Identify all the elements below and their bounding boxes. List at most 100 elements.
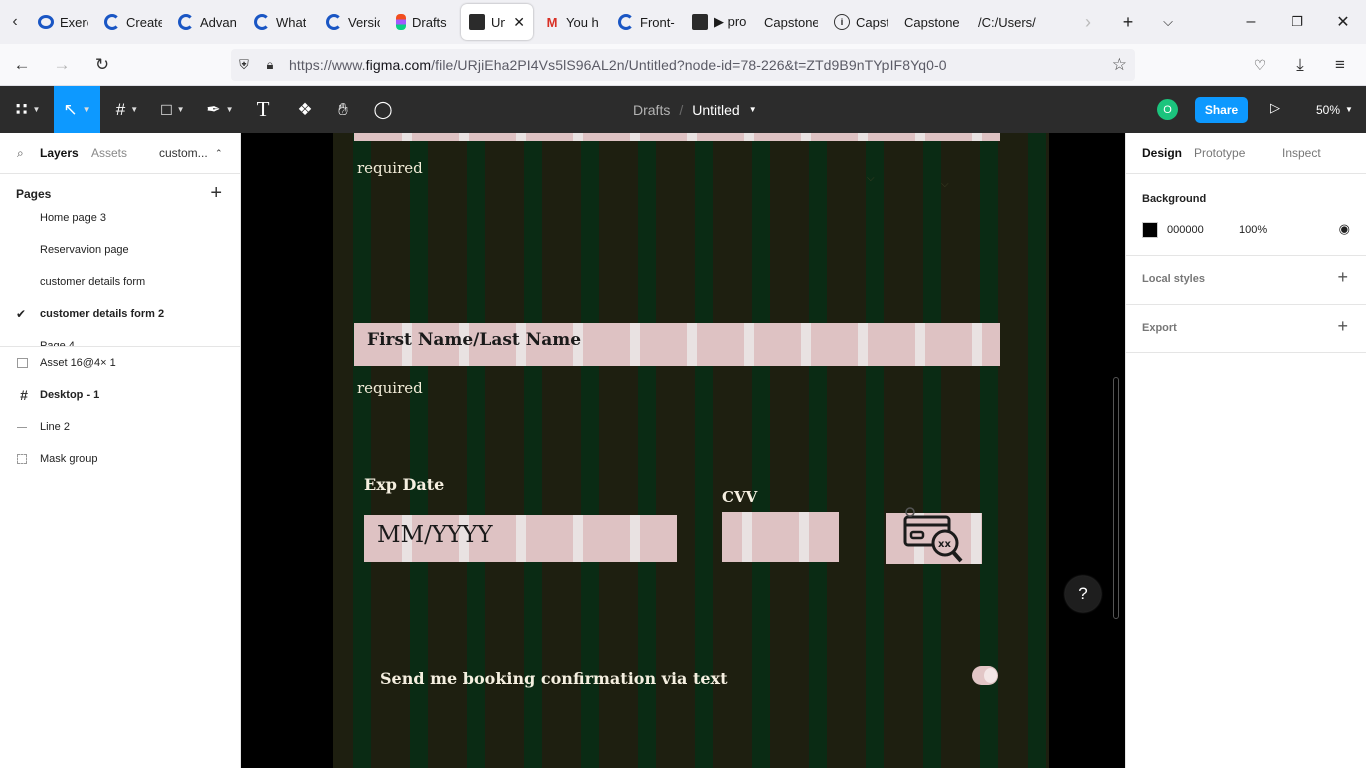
browser-tab[interactable]: Capstone (896, 4, 970, 40)
lock-icon[interactable]: 🔒︎ (257, 57, 283, 73)
chevron-down-icon[interactable]: ▼ (749, 105, 757, 114)
browser-tab-label: You h (566, 14, 599, 30)
layer-item[interactable]: Line 2 (0, 411, 240, 443)
tab-scroll-right-icon[interactable]: › (1068, 12, 1108, 33)
tab-favicon-icon (104, 14, 120, 30)
pocket-icon[interactable]: ♡ (1242, 49, 1278, 81)
figma-logo-icon: ∷ (15, 99, 28, 119)
layout-grid-column (752, 133, 770, 768)
left-sidebar-tabs: ⌕ Layers Assets custom... ⌃ (0, 133, 240, 173)
current-page-selector[interactable]: custom... (159, 146, 208, 160)
hand-tool-button[interactable]: ✋︎ (330, 86, 356, 133)
comment-tool-button[interactable]: ◯ (370, 86, 396, 133)
file-name[interactable]: Untitled (692, 102, 739, 118)
browser-tab[interactable]: Create (96, 4, 170, 40)
layer-item[interactable]: # Desktop - 1 (0, 379, 240, 411)
canvas[interactable]: required ⌵ ⌵ First Name/Last Name requir… (241, 133, 1125, 768)
reload-button[interactable]: ↻ (84, 49, 120, 81)
tab-layers[interactable]: Layers (40, 146, 79, 160)
menu-icon[interactable]: ≡ (1322, 49, 1358, 81)
page-item-label: Home page 3 (40, 213, 107, 224)
url-text[interactable]: https://www.figma.com/file/URjiEha2PI4Vs… (289, 57, 947, 73)
cvv-field[interactable] (722, 512, 839, 562)
restore-window-button[interactable]: ❐ (1274, 14, 1320, 30)
browser-tab[interactable]: i Capst (826, 4, 896, 40)
back-button[interactable]: ← (4, 49, 40, 81)
browser-tab[interactable]: /C:/Users/ (970, 4, 1054, 40)
page-item[interactable]: Page 4 (0, 330, 240, 346)
page-item-label: customer details form (40, 276, 146, 288)
move-tool-button[interactable]: ↖ ▼ (54, 86, 100, 133)
image-icon (17, 358, 28, 368)
chevron-up-icon[interactable]: ⌃ (215, 148, 223, 159)
bookmark-star-icon[interactable]: ☆ (1112, 55, 1127, 75)
shape-tool-button[interactable]: □ ▼ (154, 86, 192, 133)
shield-icon[interactable]: ⛨ (231, 57, 257, 73)
address-bar[interactable]: ⛨ 🔒︎ https://www.figma.com/file/URjiEha2… (231, 49, 1135, 81)
downloads-icon[interactable]: ⤓ (1282, 49, 1318, 81)
browser-tab[interactable]: Versio (318, 4, 388, 40)
tab-assets[interactable]: Assets (91, 146, 127, 160)
layer-item[interactable]: Asset 16@4× 1 (0, 347, 240, 379)
help-button[interactable]: ? (1065, 576, 1101, 612)
browser-tab-label: Exerci (60, 14, 88, 30)
tab-favicon-icon (396, 14, 406, 30)
browser-tab[interactable]: Drafts (388, 4, 458, 40)
browser-tab[interactable]: M You h (536, 4, 610, 40)
forward-button[interactable]: → (44, 49, 80, 81)
new-tab-button[interactable]: + (1108, 12, 1148, 33)
figma-main-menu-button[interactable]: ∷ ▼ (10, 86, 46, 133)
close-window-button[interactable]: ✕ (1320, 12, 1366, 32)
add-export-icon[interactable]: + (1337, 316, 1348, 337)
browser-tab[interactable]: ▶ pro (684, 4, 756, 40)
background-hex-input[interactable]: 000000 (1167, 224, 1204, 236)
svg-text:xx: xx (938, 539, 951, 550)
search-icon[interactable]: ⌕ (17, 146, 24, 161)
tab-scroll-left-icon[interactable]: ‹ (0, 0, 30, 44)
figma-toolbar: ∷ ▼ ↖ ▼ # ▼ □ ▼ ✒ ▼ T ❖ ✋︎ ◯ Drafts / Untitle… (0, 86, 1366, 133)
eye-icon[interactable]: ◉ (1339, 221, 1350, 237)
browser-tab[interactable]: Front- (610, 4, 684, 40)
text-icon: T (256, 97, 270, 121)
tab-prototype[interactable]: Prototype (1194, 146, 1245, 160)
text-tool-button[interactable]: T (250, 86, 276, 133)
page-item[interactable]: customer details form (0, 266, 240, 298)
browser-tab-label: What (276, 14, 307, 30)
form-field-top[interactable] (354, 133, 1000, 141)
browser-tab[interactable]: Capstone (756, 4, 826, 40)
tab-inspect[interactable]: Inspect (1282, 146, 1321, 160)
background-opacity-input[interactable]: 100% (1239, 224, 1267, 236)
browser-tab-label: Versio (348, 14, 380, 30)
page-item[interactable]: Home page 3 (0, 213, 240, 234)
add-local-style-icon[interactable]: + (1337, 267, 1348, 288)
canvas-vertical-scrollbar[interactable] (1113, 377, 1119, 619)
background-heading: Background (1142, 193, 1207, 205)
pen-tool-button[interactable]: ✒ ▼ (200, 86, 240, 133)
line-icon (17, 426, 27, 428)
resources-tool-button[interactable]: ❖ (292, 86, 318, 133)
list-all-tabs-icon[interactable]: ⌵ (1148, 14, 1188, 30)
browser-tab[interactable]: Unt ✕ (461, 4, 533, 40)
background-color-swatch[interactable] (1142, 222, 1158, 238)
sms-confirmation-toggle[interactable] (972, 666, 998, 685)
page-item[interactable]: Reservavion page (0, 234, 240, 266)
browser-tab-label: Create (126, 14, 162, 30)
components-icon: ❖ (297, 99, 313, 119)
browser-tab[interactable]: Exerci (30, 4, 96, 40)
team-breadcrumb[interactable]: Drafts (633, 102, 670, 118)
chevron-down-icon: ⌵ (867, 173, 875, 184)
add-page-icon[interactable]: + (210, 182, 222, 205)
chevron-down-icon: ▼ (225, 105, 234, 114)
layer-item[interactable]: Mask group (0, 443, 240, 475)
browser-tab[interactable]: What (246, 4, 318, 40)
present-play-icon[interactable]: ▷ (1270, 100, 1280, 116)
avatar[interactable]: O (1157, 99, 1178, 120)
share-button[interactable]: Share (1195, 97, 1248, 123)
close-tab-icon[interactable]: ✕ (513, 14, 525, 31)
page-item[interactable]: ✔ customer details form 2 (0, 298, 240, 330)
browser-tab[interactable]: Advan (170, 4, 246, 40)
minimize-window-button[interactable]: – (1228, 13, 1274, 31)
tab-design[interactable]: Design (1142, 146, 1182, 160)
zoom-dropdown[interactable]: 50% ▼ (1316, 86, 1353, 133)
frame-tool-button[interactable]: # ▼ (108, 86, 146, 133)
